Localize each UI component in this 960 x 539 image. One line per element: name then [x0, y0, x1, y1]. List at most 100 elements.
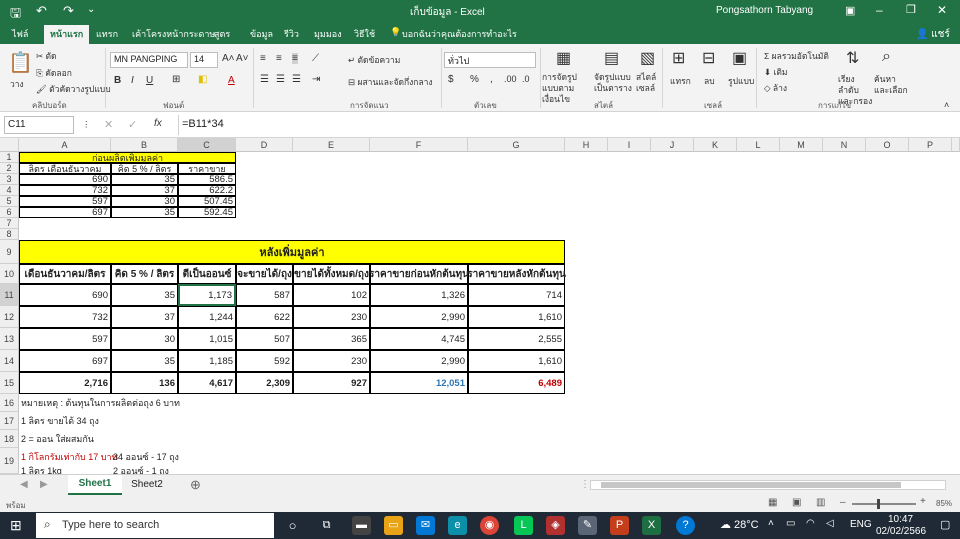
undo-icon[interactable]: ↶	[36, 3, 47, 19]
notifications-icon[interactable]: ▢	[940, 518, 950, 531]
next-sheet-icon[interactable]: ▶	[40, 479, 48, 490]
close-icon[interactable]: ✕	[937, 3, 947, 17]
row-header[interactable]: 6	[0, 207, 19, 218]
table2-total[interactable]: 136	[111, 372, 178, 394]
table1-cell[interactable]: 732	[19, 185, 111, 196]
row-header[interactable]: 8	[0, 229, 19, 240]
column-header[interactable]: P	[909, 138, 952, 152]
add-sheet-icon[interactable]: ⊕	[190, 477, 201, 493]
note-cell[interactable]: หมายเหตุ : ต้นทุนในการผลิตต่อถุง 6 บาท	[19, 394, 182, 412]
column-header[interactable]: H	[565, 138, 608, 152]
table2-total[interactable]: 2,309	[236, 372, 293, 394]
table1-cell[interactable]: 35	[111, 174, 178, 185]
font-size-select[interactable]: 14	[190, 52, 218, 68]
split-handle-icon[interactable]: ⋮	[580, 479, 590, 490]
number-format-select[interactable]: ทั่วไป	[444, 52, 536, 68]
font-color-icon[interactable]: A	[228, 75, 235, 86]
spreadsheet-grid[interactable]: A B C D E F G H I J K L M N O P 1 2 3 4 …	[0, 138, 960, 474]
note-cell[interactable]: 2 ออนซ์ - 1 ถุง	[111, 465, 171, 474]
table2-cell[interactable]: 1,015	[178, 328, 236, 350]
table2-cell[interactable]: 30	[111, 328, 178, 350]
chrome-icon[interactable]: ◉	[480, 516, 499, 535]
align-left-icon[interactable]: ☰	[260, 74, 269, 85]
cancel-icon[interactable]: ✕	[104, 118, 113, 131]
table1-cell[interactable]: 35	[111, 207, 178, 218]
table2-total-after-cost[interactable]: 6,489	[468, 372, 565, 394]
row-header[interactable]: 7	[0, 218, 19, 229]
page-break-view-icon[interactable]: ▥	[816, 497, 825, 508]
conditional-formatting-button[interactable]: การจัดรูปแบบตามเงื่อนไข	[542, 72, 592, 105]
table2-cell[interactable]: 690	[19, 284, 111, 306]
table2-cell[interactable]: 622	[236, 306, 293, 328]
row-header[interactable]: 5	[0, 196, 19, 207]
table2-cell[interactable]: 507	[236, 328, 293, 350]
column-header[interactable]: N	[823, 138, 866, 152]
row-header[interactable]: 4	[0, 185, 19, 196]
table2-cell[interactable]: 2,990	[370, 306, 468, 328]
table2-total[interactable]: 4,617	[178, 372, 236, 394]
share-button[interactable]: 👤 แชร์	[916, 27, 950, 42]
name-box[interactable]: C11	[4, 116, 74, 134]
row-header[interactable]: 2	[0, 163, 19, 174]
row-header[interactable]: 9	[0, 240, 19, 264]
row-header[interactable]: 10	[0, 264, 19, 284]
table2-cell[interactable]: 37	[111, 306, 178, 328]
table2-cell[interactable]: 230	[293, 306, 370, 328]
mail-icon[interactable]: ✉	[416, 516, 435, 535]
cut-button[interactable]: ✂ ตัด	[36, 49, 57, 63]
table2-cell[interactable]: 2,555	[468, 328, 565, 350]
increase-font-icon[interactable]: A˄	[222, 53, 235, 64]
tab-help[interactable]: วิธีใช้	[354, 27, 375, 41]
tab-home[interactable]: หน้าแรก	[44, 25, 90, 44]
note-cell[interactable]: 1 ลิตร ขายได้ 34 ถุง	[19, 412, 101, 430]
table2-cell[interactable]: 365	[293, 328, 370, 350]
row-header[interactable]: 1	[0, 152, 19, 163]
name-box-menu-icon[interactable]: ⋮	[82, 119, 91, 130]
weather-temp[interactable]: 28°C	[734, 519, 759, 531]
increase-decimal-icon[interactable]: .00	[504, 74, 517, 84]
align-top-icon[interactable]: ≡	[260, 53, 266, 64]
enter-icon[interactable]: ✓	[128, 118, 137, 131]
tell-me-search[interactable]: บอกฉันว่าคุณต้องการทำอะไร	[402, 27, 517, 41]
customize-toolbar-icon[interactable]: ⌄	[87, 4, 95, 15]
table2-header[interactable]: จะขายได้/ถุง	[236, 264, 293, 284]
orientation-icon[interactable]: ⟋	[312, 53, 319, 64]
normal-view-icon[interactable]: ▦	[768, 497, 777, 508]
table2-cell[interactable]: 697	[19, 350, 111, 372]
sort-filter-icon[interactable]: ⇅	[846, 48, 859, 68]
format-as-table-button[interactable]: จัดรูปแบบเป็นตาราง	[594, 72, 634, 94]
note-cell[interactable]: 2 = ออน ใส่ผสมกัน	[19, 430, 96, 448]
cell-styles-icon[interactable]: ▧	[640, 48, 655, 68]
table1-cell[interactable]: 507.45	[178, 196, 236, 207]
tray-expand-icon[interactable]: ˄	[768, 518, 774, 529]
task-view-icon[interactable]: ⧉	[317, 516, 336, 535]
column-header[interactable]: G	[468, 138, 565, 152]
autosum-button[interactable]: Σ ผลรวมอัตโนมัติ	[764, 49, 829, 63]
column-header[interactable]: O	[866, 138, 909, 152]
table2-header[interactable]: ขายได้ทั้งหมด/ถุง	[293, 264, 370, 284]
format-table-icon[interactable]: ▤	[604, 48, 619, 68]
formula-input[interactable]: =B11*34	[178, 115, 956, 135]
row-header[interactable]: 16	[0, 394, 19, 412]
row-header[interactable]: 14	[0, 350, 19, 372]
table2-cell[interactable]: 35	[111, 350, 178, 372]
ribbon-display-icon[interactable]: ▣	[845, 4, 855, 17]
bold-icon[interactable]: B	[114, 75, 121, 86]
zoom-slider[interactable]	[852, 503, 916, 505]
minimize-icon[interactable]: –	[876, 3, 883, 17]
user-name[interactable]: Pongsathorn Tabyang	[716, 5, 813, 16]
sheet-tab[interactable]: Sheet2	[124, 475, 170, 495]
tab-insert[interactable]: แทรก	[96, 27, 118, 41]
line-icon[interactable]: L	[514, 516, 533, 535]
zoom-slider-thumb[interactable]	[877, 499, 880, 509]
row-header[interactable]: 13	[0, 328, 19, 350]
wifi-icon[interactable]: ◠	[806, 518, 815, 529]
column-header[interactable]: I	[608, 138, 651, 152]
row-header[interactable]: 17	[0, 412, 19, 430]
app-icon-3[interactable]: ✎	[578, 516, 597, 535]
column-header[interactable]: K	[694, 138, 737, 152]
edge-icon[interactable]: e	[448, 516, 467, 535]
table1-cell[interactable]: 592.45	[178, 207, 236, 218]
app-icon-2[interactable]: ◈	[546, 516, 565, 535]
column-header[interactable]: M	[780, 138, 823, 152]
